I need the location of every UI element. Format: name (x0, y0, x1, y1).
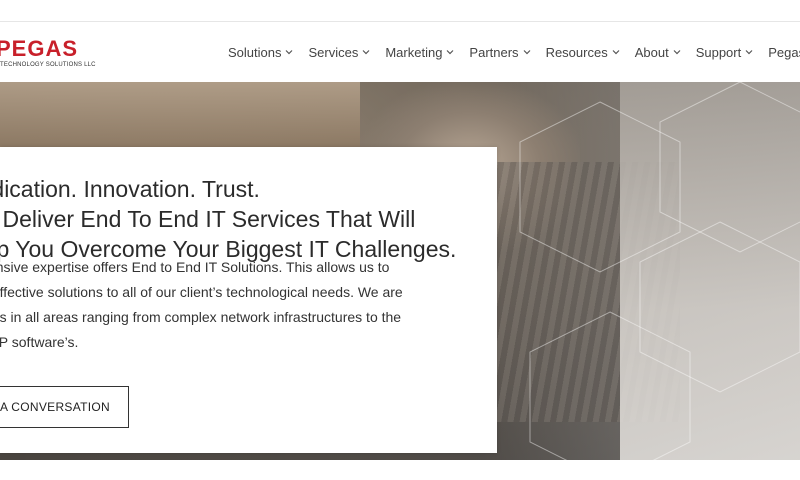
hero-description: Our extensive expertise offers End to En… (0, 255, 403, 355)
main-nav: Solutions Services Marketing Partners Re… (228, 22, 800, 82)
chevron-down-icon (362, 50, 370, 55)
nav-item-pegas[interactable]: Pegas (768, 45, 800, 60)
hero-banner: Dedication. Innovation. Trust. We Delive… (0, 82, 800, 460)
site-header: PEGAS TECHNOLOGY SOLUTIONS LLC Solutions… (0, 22, 800, 82)
chevron-down-icon (745, 50, 753, 55)
nav-item-services[interactable]: Services (308, 45, 370, 60)
logo-tagline: TECHNOLOGY SOLUTIONS LLC (0, 62, 96, 68)
description-line: provide effective solutions to all of ou… (0, 284, 403, 300)
headline-line: Dedication. Innovation. Trust. (0, 176, 260, 202)
logo-wordmark: PEGAS (0, 38, 79, 61)
hero-card: Dedication. Innovation. Trust. We Delive… (0, 147, 497, 453)
top-strip (0, 0, 800, 22)
hero-headline: Dedication. Innovation. Trust. We Delive… (0, 174, 456, 264)
nav-item-support[interactable]: Support (696, 45, 754, 60)
chevron-down-icon (286, 50, 293, 55)
chevron-down-icon (673, 50, 681, 55)
chevron-down-icon (523, 50, 530, 55)
nav-item-resources[interactable]: Resources (546, 45, 620, 60)
chevron-down-icon (612, 50, 620, 55)
nav-item-solutions[interactable]: Solutions (228, 45, 293, 60)
nav-item-marketing[interactable]: Marketing (385, 45, 454, 60)
start-conversation-button[interactable]: START A CONVERSATION (0, 386, 129, 428)
pegas-logo[interactable]: PEGAS TECHNOLOGY SOLUTIONS LLC (0, 38, 110, 74)
nav-item-partners[interactable]: Partners (469, 45, 530, 60)
page-bottom-strip (0, 460, 800, 480)
description-line: Our extensive expertise offers End to En… (0, 259, 390, 275)
description-line: specialists in all areas ranging from co… (0, 309, 402, 325)
description-line: latest ERP software’s. (0, 334, 79, 350)
headline-line: We Deliver End To End IT Services That W… (0, 206, 416, 232)
nav-item-about[interactable]: About (635, 45, 681, 60)
chevron-down-icon (446, 50, 454, 55)
